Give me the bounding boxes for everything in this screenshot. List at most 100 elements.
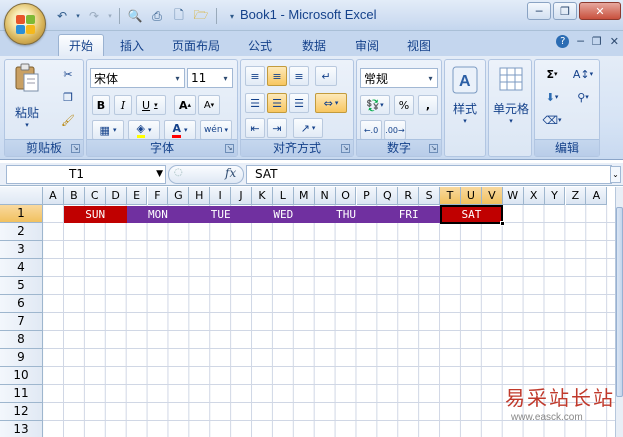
decrease-decimal-button[interactable]: .00→ <box>384 120 406 140</box>
row-header[interactable]: 3 <box>0 241 43 259</box>
row-header[interactable]: 8 <box>0 331 43 349</box>
paste-button[interactable]: 粘贴 ▾ <box>11 62 43 129</box>
number-launcher-icon[interactable]: ↘ <box>429 144 438 153</box>
column-header[interactable]: Y <box>544 187 566 205</box>
column-header[interactable]: I <box>210 187 232 205</box>
sort-filter-button[interactable]: A↕ ▾ <box>569 64 597 84</box>
find-select-button[interactable]: ⚲ ▾ <box>569 87 597 107</box>
column-header[interactable]: N <box>314 187 336 205</box>
vertical-scrollbar[interactable] <box>615 187 623 437</box>
restore-button[interactable]: ❐ <box>553 2 577 20</box>
alignment-launcher-icon[interactable]: ↘ <box>341 144 350 153</box>
phonetic-button[interactable]: wén ▾ <box>200 120 232 140</box>
undo-dropdown-icon[interactable]: ▾ <box>74 7 82 25</box>
autosum-button[interactable]: Σ ▾ <box>539 64 565 84</box>
row-header[interactable]: 7 <box>0 313 43 331</box>
column-header[interactable]: V <box>481 187 503 205</box>
tab-page-layout[interactable]: 页面布局 <box>162 34 230 56</box>
column-header[interactable]: S <box>419 187 441 205</box>
customize-qat-icon[interactable]: ▾ <box>222 7 242 25</box>
column-header[interactable]: K <box>252 187 273 205</box>
align-center-button[interactable]: ☰ <box>267 93 287 113</box>
column-header[interactable]: J <box>231 187 252 205</box>
name-box[interactable]: T1 ▼ <box>6 165 166 184</box>
align-top-button[interactable]: ≡ <box>245 66 265 86</box>
redo-icon[interactable]: ↷ <box>84 7 104 25</box>
minimize-workbook-icon[interactable]: ─ <box>577 35 584 48</box>
row-header[interactable]: 6 <box>0 295 43 313</box>
fill-button[interactable]: ⬇ ▾ <box>539 87 565 107</box>
column-header[interactable]: R <box>398 187 420 205</box>
clipboard-launcher-icon[interactable]: ↘ <box>71 144 80 153</box>
grow-font-button[interactable]: A ▴ <box>174 95 196 115</box>
row-header[interactable]: 12 <box>0 403 43 421</box>
column-header[interactable]: A <box>43 187 64 205</box>
row-header[interactable]: 13 <box>0 421 43 437</box>
column-header[interactable]: U <box>461 187 482 205</box>
day-cell[interactable]: TUE <box>189 206 252 223</box>
office-button[interactable] <box>4 3 46 45</box>
font-size-combo[interactable]: 11 ▾ <box>187 68 233 88</box>
insert-function-button[interactable]: fx <box>225 166 236 180</box>
tab-view[interactable]: 视图 <box>397 34 441 56</box>
column-header[interactable]: X <box>523 187 545 205</box>
column-header[interactable]: B <box>63 187 85 205</box>
number-format-combo[interactable]: 常规 ▾ <box>360 68 438 88</box>
format-painter-button[interactable]: 🖌 <box>57 110 79 130</box>
day-cell[interactable]: WED <box>252 206 315 223</box>
align-middle-button[interactable]: ≡ <box>267 66 287 86</box>
increase-decimal-button[interactable]: ←.0 <box>360 120 382 140</box>
expand-formula-bar-icon[interactable]: ⌄ <box>610 166 621 183</box>
close-workbook-icon[interactable]: ✕ <box>610 35 619 48</box>
tab-review[interactable]: 审阅 <box>345 34 389 56</box>
cells-button[interactable]: 单元格 ▾ <box>493 64 529 125</box>
column-header[interactable]: T <box>440 187 461 205</box>
fill-handle[interactable] <box>500 221 505 226</box>
undo-icon[interactable]: ↶ <box>52 7 72 25</box>
day-cell[interactable]: SUN <box>63 206 127 223</box>
font-name-combo[interactable]: 宋体 ▾ <box>90 68 185 88</box>
underline-button[interactable]: U ▾ <box>136 95 166 115</box>
column-header[interactable]: D <box>105 187 127 205</box>
bold-button[interactable]: B <box>92 95 110 115</box>
redo-dropdown-icon[interactable]: ▾ <box>106 7 114 25</box>
column-header[interactable]: F <box>147 187 169 205</box>
column-header[interactable]: A <box>586 187 608 205</box>
row-header[interactable]: 11 <box>0 385 43 403</box>
clear-button[interactable]: ⌫ ▾ <box>539 110 565 130</box>
accounting-format-button[interactable]: 💱 ▾ <box>360 95 390 115</box>
decrease-indent-button[interactable]: ⇤ <box>245 118 265 138</box>
shrink-font-button[interactable]: A ▾ <box>198 95 220 115</box>
row-header[interactable]: 4 <box>0 259 43 277</box>
align-left-button[interactable]: ☰ <box>245 93 265 113</box>
column-header[interactable]: W <box>502 187 524 205</box>
borders-button[interactable]: ▦ ▾ <box>92 120 124 140</box>
open-icon[interactable]: 🗁 <box>191 7 211 25</box>
column-header[interactable]: L <box>272 187 294 205</box>
column-header[interactable]: H <box>189 187 211 205</box>
row-header[interactable]: 9 <box>0 349 43 367</box>
column-header[interactable]: E <box>126 187 148 205</box>
row-header[interactable]: 10 <box>0 367 43 385</box>
print-preview-icon[interactable]: 🔍 <box>125 7 145 25</box>
minimize-button[interactable]: ─ <box>527 2 551 20</box>
tab-home[interactable]: 开始 <box>58 34 105 56</box>
comma-button[interactable]: , <box>418 95 438 115</box>
row-header[interactable]: 5 <box>0 277 43 295</box>
column-header[interactable]: M <box>293 187 315 205</box>
orientation-button[interactable]: ↗ ▾ <box>293 118 323 138</box>
tab-insert[interactable]: 插入 <box>110 34 154 56</box>
day-cell[interactable]: THU <box>314 206 378 223</box>
row-header[interactable]: 1 <box>0 205 43 223</box>
percent-button[interactable]: % <box>394 95 414 115</box>
font-color-button[interactable]: A ▾ <box>164 120 196 140</box>
select-all-button[interactable] <box>0 187 43 205</box>
help-icon[interactable]: ? <box>556 35 570 48</box>
restore-workbook-icon[interactable]: ❐ <box>592 35 602 48</box>
new-icon[interactable]: 🗋 <box>169 7 189 25</box>
print-icon[interactable]: ⎙ <box>147 7 167 25</box>
day-cell[interactable]: MON <box>126 206 190 223</box>
italic-button[interactable]: I <box>114 95 132 115</box>
formula-input[interactable]: SAT <box>246 165 612 184</box>
cut-button[interactable]: ✂ <box>57 64 79 84</box>
